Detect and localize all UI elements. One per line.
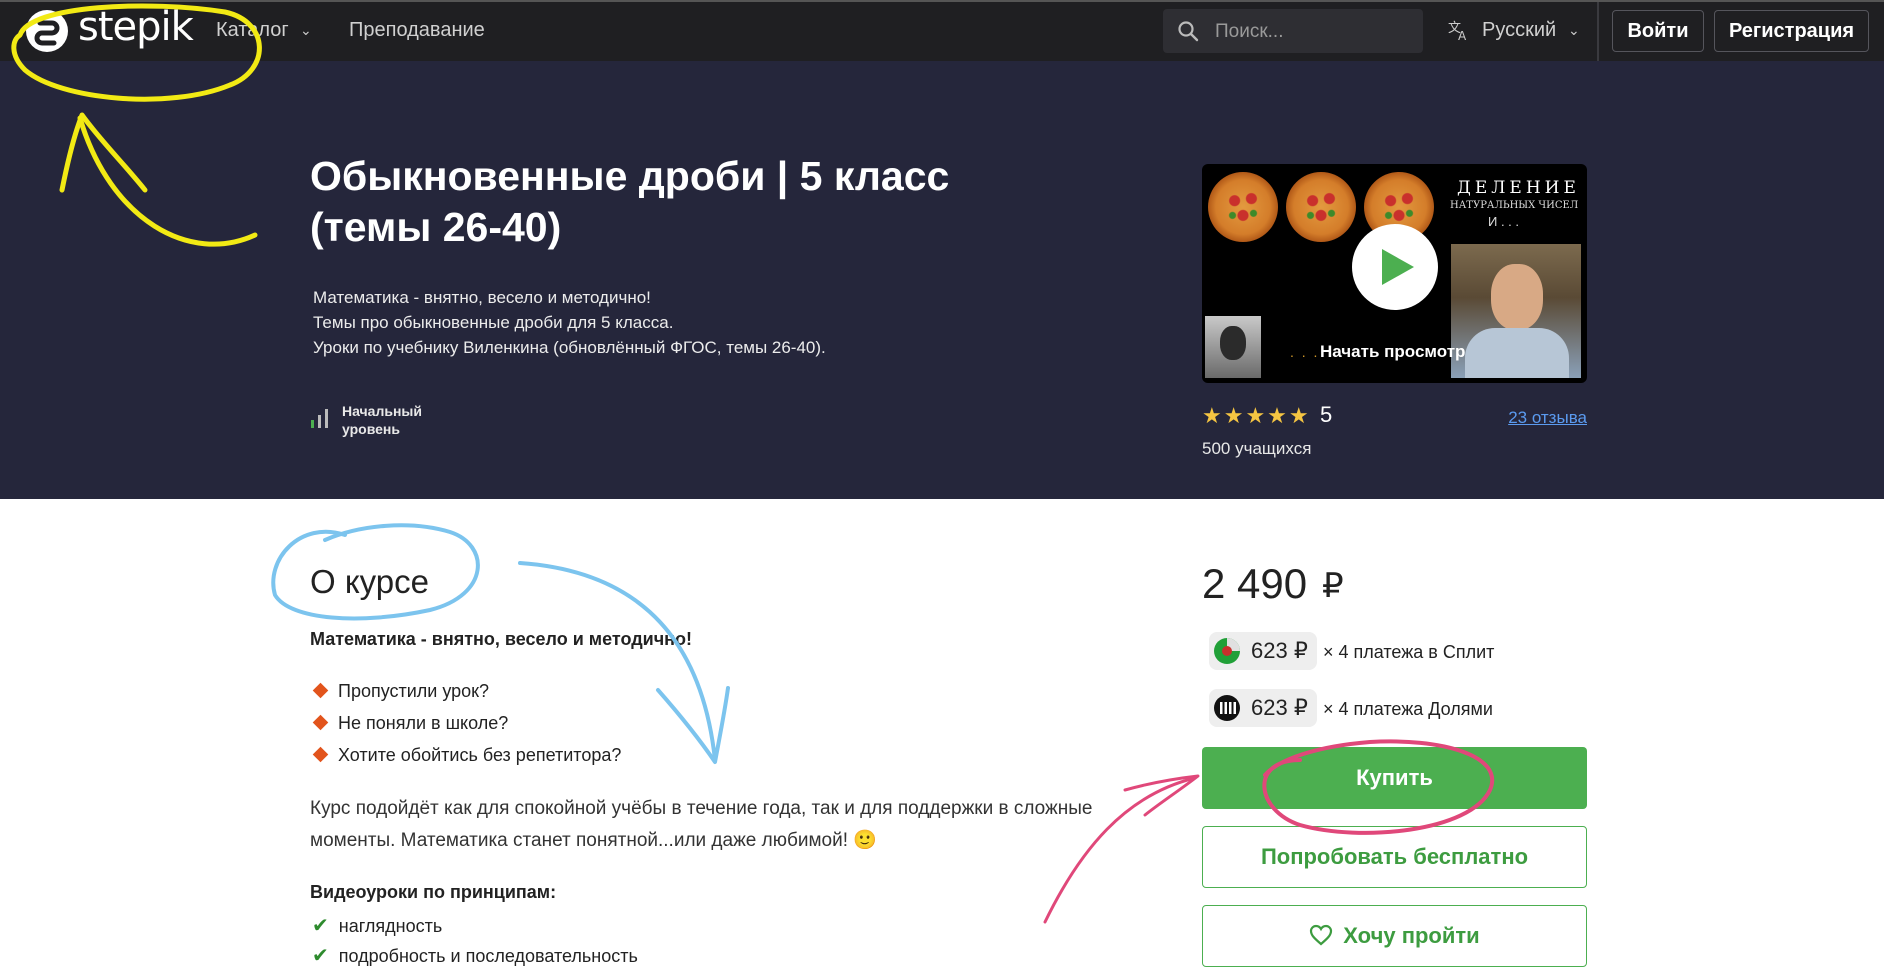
list-item: Хотите обойтись без репетитора? bbox=[312, 745, 621, 766]
video-overlay-tail: И . . . bbox=[1488, 214, 1520, 229]
rating-value: 5 bbox=[1320, 402, 1333, 427]
start-watching-label[interactable]: Начать просмотр bbox=[1320, 342, 1465, 362]
about-lead: Математика - внятно, весело и методично! bbox=[310, 629, 693, 649]
list-item: Не поняли в школе? bbox=[312, 713, 508, 734]
about-title: О курсе bbox=[310, 563, 429, 600]
search-icon bbox=[1178, 21, 1199, 42]
list-item: ✔ наглядность bbox=[312, 913, 442, 938]
portrait-thumbnail bbox=[1205, 316, 1261, 378]
login-button[interactable]: Войти bbox=[1612, 10, 1704, 52]
video-overlay-title: ДЕЛЕНИЕ bbox=[1457, 178, 1580, 198]
logo-text[interactable]: stepik bbox=[78, 4, 194, 50]
principles-title: Видеоуроки по принципам: bbox=[310, 882, 557, 902]
play-icon bbox=[1382, 249, 1414, 285]
nav-teaching[interactable]: Преподавание bbox=[349, 19, 485, 42]
nav-divider bbox=[1597, 2, 1599, 61]
video-dots: . . . bbox=[1290, 344, 1320, 360]
blue-arrow-annotation bbox=[518, 561, 717, 762]
checkmark-icon: ✔ bbox=[312, 945, 329, 967]
translate-icon[interactable]: 文 A bbox=[1447, 18, 1471, 42]
play-button[interactable] bbox=[1352, 224, 1438, 310]
list-item-text: Хотите обойтись без репетитора? bbox=[338, 745, 622, 765]
list-item-text: наглядность bbox=[338, 916, 443, 936]
checkmark-icon: ✔ bbox=[312, 915, 329, 937]
nav-catalog[interactable]: Каталог bbox=[216, 19, 289, 42]
buy-button[interactable]: Купить bbox=[1202, 747, 1587, 809]
installment-chip: 623 ₽ bbox=[1209, 632, 1317, 670]
installment-amount: 623 ₽ bbox=[1251, 638, 1308, 663]
price-currency: ₽ bbox=[1322, 567, 1344, 605]
list-item-text: Не поняли в школе? bbox=[338, 713, 509, 733]
about-paragraph: Курс подойдёт как для спокойной учёбы в … bbox=[310, 798, 1093, 851]
svg-text:A: A bbox=[1458, 29, 1467, 42]
chevron-down-icon[interactable]: ⌄ bbox=[1568, 22, 1580, 39]
level-bars-icon bbox=[311, 409, 328, 428]
try-free-button[interactable]: Попробовать бесплатно bbox=[1202, 826, 1587, 888]
installment-chip: 623 ₽ bbox=[1209, 689, 1317, 727]
list-item: Пропустили урок? bbox=[312, 681, 489, 702]
installment-text: × 4 платежа в Сплит bbox=[1323, 642, 1495, 662]
installment-text: × 4 платежа Долями bbox=[1323, 699, 1493, 719]
video-overlay-subtitle: НАТУРАЛЬНЫХ ЧИСЕЛ bbox=[1450, 200, 1579, 211]
diamond-bullet-icon bbox=[312, 746, 329, 763]
course-hero: Обыкновенные дроби | 5 класс (темы 26-40… bbox=[0, 61, 1884, 499]
portrait-face bbox=[1220, 326, 1246, 360]
split-logo-icon bbox=[1214, 638, 1240, 664]
stepik-logo-icon[interactable] bbox=[26, 10, 68, 52]
course-level: Начальный уровень bbox=[342, 403, 422, 437]
dolyami-logo-icon bbox=[1214, 695, 1240, 721]
price: 2 490 bbox=[1202, 560, 1308, 607]
teacher-thumbnail bbox=[1451, 244, 1581, 378]
rating-stars-icon: ★★★★★ bbox=[1202, 403, 1311, 428]
course-description-line: Темы про обыкновенные дроби для 5 класса… bbox=[313, 313, 674, 332]
search-box[interactable] bbox=[1163, 9, 1423, 55]
teacher-shirt bbox=[1465, 328, 1569, 378]
pizza-illustration bbox=[1208, 172, 1278, 242]
pizza-illustration bbox=[1286, 172, 1356, 242]
language-selector[interactable]: Русский bbox=[1482, 19, 1556, 42]
wishlist-button[interactable]: Хочу пройти bbox=[1202, 905, 1587, 967]
heart-icon bbox=[1310, 924, 1333, 946]
wishlist-label: Хочу пройти bbox=[1343, 923, 1480, 948]
reviews-link[interactable]: 23 отзыва bbox=[1500, 408, 1587, 428]
teacher-face bbox=[1491, 264, 1543, 330]
search-input[interactable] bbox=[1213, 9, 1417, 55]
students-count: 500 учащихся bbox=[1202, 439, 1312, 458]
pink-arrowhead-annotation bbox=[1123, 774, 1200, 817]
blue-arrowhead-annotation bbox=[656, 686, 730, 764]
register-button[interactable]: Регистрация bbox=[1714, 10, 1869, 52]
chevron-down-icon[interactable]: ⌄ bbox=[300, 22, 312, 39]
diamond-bullet-icon bbox=[312, 714, 329, 731]
course-description-line: Уроки по учебнику Виленкина (обновлённый… bbox=[313, 338, 826, 357]
course-description-line: Математика - внятно, весело и методично! bbox=[313, 288, 651, 307]
diamond-bullet-icon bbox=[312, 682, 329, 699]
installment-amount: 623 ₽ bbox=[1251, 695, 1308, 720]
video-preview[interactable]: ДЕЛЕНИЕ НАТУРАЛЬНЫХ ЧИСЕЛ И . . . . . . … bbox=[1202, 164, 1587, 383]
course-title: Обыкновенные дроби | 5 класс (темы 26-40… bbox=[310, 153, 950, 250]
top-navbar: stepik Каталог ⌄ Преподавание 文 A Русски… bbox=[0, 0, 1884, 61]
list-item-text: подробность и последовательность bbox=[338, 946, 638, 966]
list-item-text: Пропустили урок? bbox=[338, 681, 490, 701]
